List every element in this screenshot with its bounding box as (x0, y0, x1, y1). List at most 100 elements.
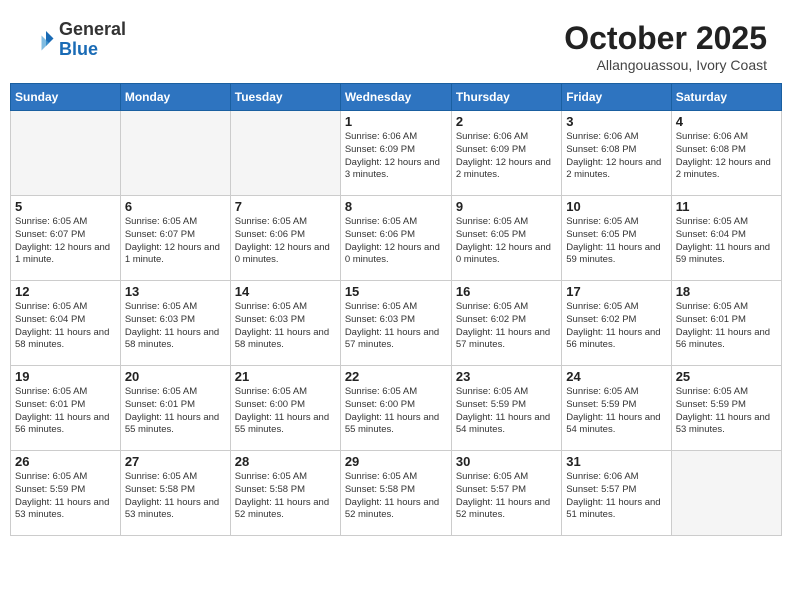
day-number: 13 (125, 284, 226, 299)
day-info: Sunrise: 6:06 AM Sunset: 6:08 PM Dayligh… (676, 131, 777, 182)
calendar-cell: 27 Sunrise: 6:05 AM Sunset: 5:58 PM Dayli… (120, 451, 230, 536)
day-number: 11 (676, 199, 777, 214)
calendar-cell: 9 Sunrise: 6:05 AM Sunset: 6:05 PM Daylig… (451, 196, 561, 281)
location: Allangouassou, Ivory Coast (564, 57, 767, 73)
day-number: 7 (235, 199, 336, 214)
day-info: Sunrise: 6:05 AM Sunset: 5:59 PM Dayligh… (15, 471, 116, 522)
calendar-cell (230, 111, 340, 196)
day-number: 12 (15, 284, 116, 299)
day-number: 17 (566, 284, 666, 299)
day-info: Sunrise: 6:05 AM Sunset: 6:03 PM Dayligh… (125, 301, 226, 352)
calendar-cell: 30 Sunrise: 6:05 AM Sunset: 5:57 PM Dayli… (451, 451, 561, 536)
calendar-cell (120, 111, 230, 196)
day-info: Sunrise: 6:06 AM Sunset: 6:08 PM Dayligh… (566, 131, 666, 182)
day-number: 1 (345, 114, 447, 129)
day-info: Sunrise: 6:05 AM Sunset: 5:57 PM Dayligh… (456, 471, 557, 522)
week-row-2: 5 Sunrise: 6:05 AM Sunset: 6:07 PM Daylig… (11, 196, 782, 281)
day-info: Sunrise: 6:05 AM Sunset: 5:58 PM Dayligh… (235, 471, 336, 522)
calendar-cell (671, 451, 781, 536)
day-info: Sunrise: 6:05 AM Sunset: 5:59 PM Dayligh… (566, 386, 666, 437)
day-number: 10 (566, 199, 666, 214)
week-row-5: 26 Sunrise: 6:05 AM Sunset: 5:59 PM Dayli… (11, 451, 782, 536)
calendar-cell: 5Sunrise: 6:05 AM Sunset: 6:07 PM Daylig… (11, 196, 121, 281)
calendar-cell: 18 Sunrise: 6:05 AM Sunset: 6:01 PM Dayli… (671, 281, 781, 366)
title-area: October 2025 Allangouassou, Ivory Coast (564, 20, 767, 73)
logo-general-text: General (59, 19, 126, 39)
day-info: Sunrise: 6:05 AM Sunset: 6:06 PM Dayligh… (345, 216, 447, 267)
weekday-header-wednesday: Wednesday (340, 84, 451, 111)
day-info: Sunrise: 6:05 AM Sunset: 5:58 PM Dayligh… (345, 471, 447, 522)
day-number: 27 (125, 454, 226, 469)
calendar-cell: 22Sunrise: 6:05 AM Sunset: 6:00 PM Dayli… (340, 366, 451, 451)
day-number: 31 (566, 454, 666, 469)
month-title: October 2025 (564, 20, 767, 57)
week-row-3: 12 Sunrise: 6:05 AM Sunset: 6:04 PM Dayli… (11, 281, 782, 366)
day-info: Sunrise: 6:05 AM Sunset: 6:04 PM Dayligh… (676, 216, 777, 267)
day-info: Sunrise: 6:05 AM Sunset: 6:02 PM Dayligh… (456, 301, 557, 352)
week-row-1: 1 Sunrise: 6:06 AM Sunset: 6:09 PM Daylig… (11, 111, 782, 196)
calendar-cell: 23Sunrise: 6:05 AM Sunset: 5:59 PM Dayli… (451, 366, 561, 451)
week-row-4: 19Sunrise: 6:05 AM Sunset: 6:01 PM Dayli… (11, 366, 782, 451)
day-info: Sunrise: 6:05 AM Sunset: 6:01 PM Dayligh… (676, 301, 777, 352)
day-number: 5 (15, 199, 116, 214)
day-info: Sunrise: 6:05 AM Sunset: 6:05 PM Dayligh… (566, 216, 666, 267)
day-number: 9 (456, 199, 557, 214)
day-info: Sunrise: 6:06 AM Sunset: 5:57 PM Dayligh… (566, 471, 666, 522)
day-number: 20 (125, 369, 226, 384)
day-number: 16 (456, 284, 557, 299)
day-info: Sunrise: 6:05 AM Sunset: 6:05 PM Dayligh… (456, 216, 557, 267)
day-info: Sunrise: 6:05 AM Sunset: 6:06 PM Dayligh… (235, 216, 336, 267)
calendar-cell: 11 Sunrise: 6:05 AM Sunset: 6:04 PM Dayli… (671, 196, 781, 281)
day-number: 8 (345, 199, 447, 214)
day-number: 26 (15, 454, 116, 469)
calendar-cell: 19Sunrise: 6:05 AM Sunset: 6:01 PM Dayli… (11, 366, 121, 451)
calendar-cell: 2Sunrise: 6:06 AM Sunset: 6:09 PM Daylig… (451, 111, 561, 196)
calendar-cell (11, 111, 121, 196)
calendar-cell: 24 Sunrise: 6:05 AM Sunset: 5:59 PM Dayli… (562, 366, 671, 451)
day-number: 18 (676, 284, 777, 299)
weekday-header-saturday: Saturday (671, 84, 781, 111)
day-info: Sunrise: 6:05 AM Sunset: 6:00 PM Dayligh… (345, 386, 447, 437)
calendar-cell: 17Sunrise: 6:05 AM Sunset: 6:02 PM Dayli… (562, 281, 671, 366)
day-number: 14 (235, 284, 336, 299)
calendar-cell: 12 Sunrise: 6:05 AM Sunset: 6:04 PM Dayli… (11, 281, 121, 366)
day-number: 3 (566, 114, 666, 129)
day-number: 23 (456, 369, 557, 384)
day-number: 2 (456, 114, 557, 129)
weekday-header-friday: Friday (562, 84, 671, 111)
calendar-cell: 16 Sunrise: 6:05 AM Sunset: 6:02 PM Dayli… (451, 281, 561, 366)
calendar-cell: 6 Sunrise: 6:05 AM Sunset: 6:07 PM Daylig… (120, 196, 230, 281)
calendar-table: SundayMondayTuesdayWednesdayThursdayFrid… (10, 83, 782, 536)
logo-icon (25, 25, 55, 55)
day-info: Sunrise: 6:05 AM Sunset: 5:59 PM Dayligh… (676, 386, 777, 437)
day-number: 15 (345, 284, 447, 299)
day-number: 4 (676, 114, 777, 129)
day-number: 21 (235, 369, 336, 384)
page-header: General Blue October 2025 Allangouassou,… (10, 10, 782, 78)
logo-blue-text: Blue (59, 39, 98, 59)
calendar-cell: 28Sunrise: 6:05 AM Sunset: 5:58 PM Dayli… (230, 451, 340, 536)
weekday-header-monday: Monday (120, 84, 230, 111)
day-info: Sunrise: 6:05 AM Sunset: 6:07 PM Dayligh… (125, 216, 226, 267)
calendar-cell: 15Sunrise: 6:05 AM Sunset: 6:03 PM Dayli… (340, 281, 451, 366)
calendar-cell: 3 Sunrise: 6:06 AM Sunset: 6:08 PM Daylig… (562, 111, 671, 196)
day-number: 6 (125, 199, 226, 214)
day-info: Sunrise: 6:05 AM Sunset: 6:00 PM Dayligh… (235, 386, 336, 437)
weekday-header-row: SundayMondayTuesdayWednesdayThursdayFrid… (11, 84, 782, 111)
day-info: Sunrise: 6:05 AM Sunset: 6:01 PM Dayligh… (125, 386, 226, 437)
calendar-cell: 13 Sunrise: 6:05 AM Sunset: 6:03 PM Dayli… (120, 281, 230, 366)
weekday-header-tuesday: Tuesday (230, 84, 340, 111)
calendar-cell: 26 Sunrise: 6:05 AM Sunset: 5:59 PM Dayli… (11, 451, 121, 536)
day-number: 30 (456, 454, 557, 469)
calendar-cell: 31 Sunrise: 6:06 AM Sunset: 5:57 PM Dayli… (562, 451, 671, 536)
day-info: Sunrise: 6:05 AM Sunset: 6:04 PM Dayligh… (15, 301, 116, 352)
day-info: Sunrise: 6:05 AM Sunset: 5:58 PM Dayligh… (125, 471, 226, 522)
weekday-header-sunday: Sunday (11, 84, 121, 111)
weekday-header-thursday: Thursday (451, 84, 561, 111)
day-info: Sunrise: 6:06 AM Sunset: 6:09 PM Dayligh… (345, 131, 447, 182)
calendar-cell: 10 Sunrise: 6:05 AM Sunset: 6:05 PM Dayli… (562, 196, 671, 281)
calendar-cell: 14Sunrise: 6:05 AM Sunset: 6:03 PM Dayli… (230, 281, 340, 366)
day-number: 24 (566, 369, 666, 384)
calendar-cell: 25Sunrise: 6:05 AM Sunset: 5:59 PM Dayli… (671, 366, 781, 451)
day-number: 29 (345, 454, 447, 469)
